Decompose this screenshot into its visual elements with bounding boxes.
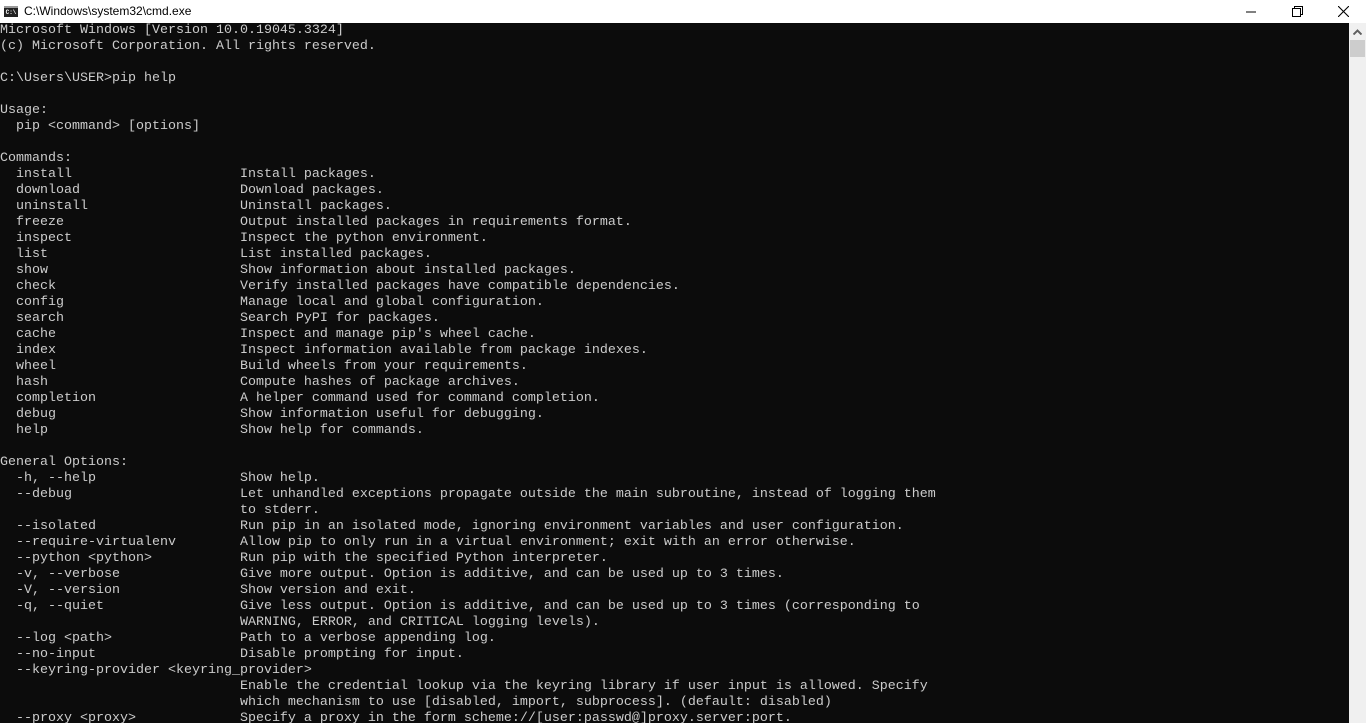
console-line: show Show information about installed pa… xyxy=(0,263,576,278)
console-text: Microsoft Windows [Version 10.0.19045.33… xyxy=(0,23,1349,723)
console-line: Microsoft Windows [Version 10.0.19045.33… xyxy=(0,23,344,38)
terminal-output[interactable]: Microsoft Windows [Version 10.0.19045.33… xyxy=(0,23,1349,723)
console-line: completion A helper command used for com… xyxy=(0,391,600,406)
console-line: search Search PyPI for packages. xyxy=(0,311,440,326)
console-line: WARNING, ERROR, and CRITICAL logging lev… xyxy=(0,615,600,630)
console-line: --keyring-provider <keyring_provider> xyxy=(0,663,312,678)
console-line: --require-virtualenv Allow pip to only r… xyxy=(0,535,856,550)
console-line: list List installed packages. xyxy=(0,247,432,262)
minimize-icon xyxy=(1246,11,1256,12)
console-line: --no-input Disable prompting for input. xyxy=(0,647,464,662)
console-line: uninstall Uninstall packages. xyxy=(0,199,392,214)
console-line: -v, --verbose Give more output. Option i… xyxy=(0,567,784,582)
console-line: debug Show information useful for debugg… xyxy=(0,407,544,422)
console-line: install Install packages. xyxy=(0,167,376,182)
console-line: index Inspect information available from… xyxy=(0,343,648,358)
console-line: Usage: xyxy=(0,103,48,118)
restore-icon xyxy=(1291,6,1303,17)
console-line: hash Compute hashes of package archives. xyxy=(0,375,520,390)
console-line: help Show help for commands. xyxy=(0,423,424,438)
console-line: --python <python> Run pip with the speci… xyxy=(0,551,608,566)
console-line: --debug Let unhandled exceptions propaga… xyxy=(0,487,936,502)
console-line: General Options: xyxy=(0,455,128,470)
console-line: wheel Build wheels from your requirement… xyxy=(0,359,528,374)
restore-button[interactable] xyxy=(1274,0,1320,23)
console-line: Commands: xyxy=(0,151,72,166)
console-line: download Download packages. xyxy=(0,183,384,198)
title-bar[interactable]: C:\ C:\Windows\system32\cmd.exe xyxy=(0,0,1366,23)
console-line: config Manage local and global configura… xyxy=(0,295,544,310)
console-line: C:\Users\USER>pip help xyxy=(0,71,176,86)
console-line: --log <path> Path to a verbose appending… xyxy=(0,631,496,646)
chevron-up-icon xyxy=(1353,28,1362,35)
console-line: -V, --version Show version and exit. xyxy=(0,583,416,598)
scroll-up-button[interactable] xyxy=(1349,23,1366,40)
console-line: --proxy <proxy> Specify a proxy in the f… xyxy=(0,711,792,723)
window-title: C:\Windows\system32\cmd.exe xyxy=(24,4,192,18)
console-line: -h, --help Show help. xyxy=(0,471,320,486)
minimize-button[interactable] xyxy=(1228,0,1274,23)
console-line: check Verify installed packages have com… xyxy=(0,279,680,294)
console-line: which mechanism to use [disabled, import… xyxy=(0,695,832,710)
console-line: (c) Microsoft Corporation. All rights re… xyxy=(0,39,376,54)
close-button[interactable] xyxy=(1320,0,1366,23)
close-icon xyxy=(1337,6,1349,17)
scrollbar-thumb[interactable] xyxy=(1350,40,1365,57)
console-line: cache Inspect and manage pip's wheel cac… xyxy=(0,327,536,342)
vertical-scrollbar[interactable] xyxy=(1349,23,1366,723)
cmd-icon: C:\ xyxy=(4,6,18,17)
console-line: Enable the credential lookup via the key… xyxy=(0,679,928,694)
console-line: inspect Inspect the python environment. xyxy=(0,231,488,246)
console-line: freeze Output installed packages in requ… xyxy=(0,215,632,230)
console-line: pip <command> [options] xyxy=(0,119,200,134)
console-line: to stderr. xyxy=(0,503,320,518)
console-line: --isolated Run pip in an isolated mode, … xyxy=(0,519,904,534)
console-line: -q, --quiet Give less output. Option is … xyxy=(0,599,920,614)
